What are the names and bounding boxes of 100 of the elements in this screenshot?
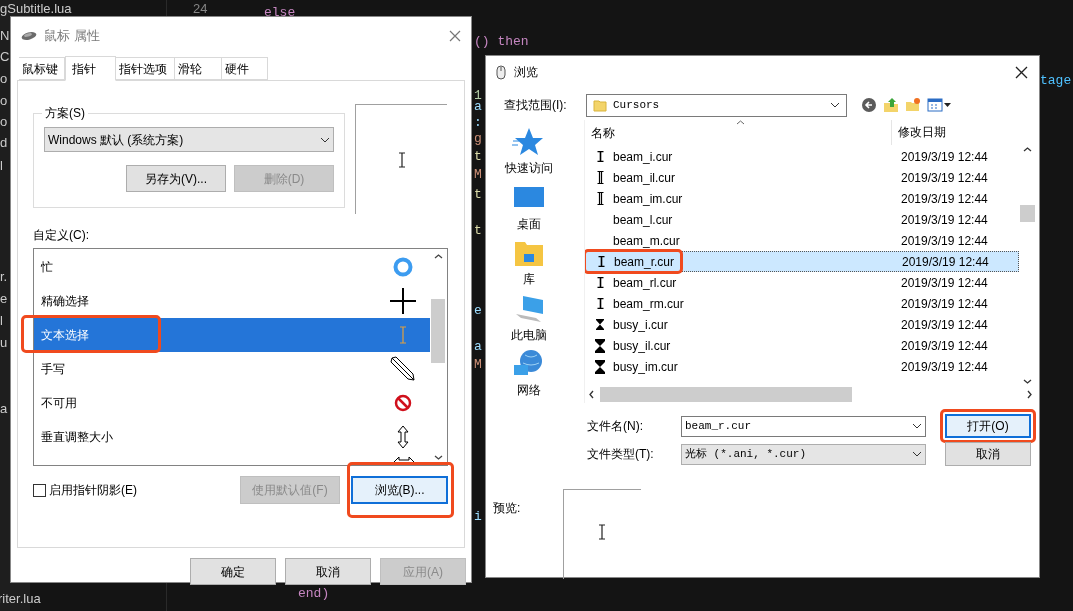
view-menu-icon (927, 97, 943, 113)
place-item[interactable]: 快速访问 (493, 125, 564, 181)
close-icon (449, 30, 461, 42)
vertical-resize-icon (397, 425, 409, 449)
pointer-row[interactable]: 手写 (34, 352, 430, 386)
section-label: 自定义(C): (33, 227, 90, 243)
file-row[interactable]: busy_il.cur 2019/3/19 12:44 (585, 335, 1020, 356)
toolbar-button[interactable] (905, 96, 921, 114)
tab[interactable]: 指针 (65, 56, 116, 81)
file-name[interactable]: o (0, 92, 8, 110)
file-row[interactable]: beam_i.cur 2019/3/19 12:44 (585, 146, 1020, 167)
scheme-dropdown[interactable]: Windows 默认 (系统方案) (44, 127, 334, 152)
file-name[interactable]: o (0, 70, 8, 88)
text-cursor-icon (598, 524, 606, 540)
scrollbar-thumb[interactable] (1020, 205, 1036, 222)
chevron-right-icon (1027, 390, 1032, 399)
file-row[interactable]: beam_il.cur 2019/3/19 12:44 (585, 167, 1020, 188)
chevron-down-icon (320, 136, 330, 143)
place-item[interactable]: 此电脑 (493, 291, 564, 348)
sort-caret-icon (736, 120, 745, 125)
text-cursor-icon (399, 326, 407, 344)
group-label: 方案(S) (44, 105, 86, 122)
column-header[interactable]: 修改日期 (891, 120, 946, 145)
dialog-button[interactable]: 打开(O) (945, 414, 1031, 438)
column-header[interactable]: 名称 (585, 123, 891, 142)
field-label: 预览: (493, 500, 522, 517)
code-text: M (474, 166, 482, 183)
file-name[interactable]: N (0, 27, 10, 45)
text-cursor-icon (597, 256, 605, 267)
code-text: t (474, 186, 482, 203)
file-name[interactable]: e (0, 290, 8, 308)
pointer-row[interactable]: 精确选择 (34, 284, 430, 318)
busy-ring-icon (392, 256, 414, 278)
file-name[interactable]: d (0, 134, 8, 152)
text-cursor-icon (397, 151, 406, 168)
text-cursor-icon (596, 192, 604, 205)
file-name-field[interactable]: beam_r.cur (681, 415, 926, 437)
file-row[interactable]: beam_rl.cur 2019/3/19 12:44 (585, 272, 1020, 293)
tab[interactable]: 鼠标键 (19, 57, 65, 80)
file-type-dropdown[interactable]: 光标 (*.ani, *.cur) (681, 443, 926, 465)
text-cursor-icon (596, 277, 604, 288)
toolbar-button[interactable] (861, 96, 877, 114)
dialog-button[interactable]: 确定 (190, 558, 276, 585)
pointer-row[interactable]: 文本选择 (34, 318, 430, 352)
horizontal-resize-icon (392, 454, 416, 464)
file-row[interactable]: beam_im.cur 2019/3/19 12:44 (585, 188, 1020, 209)
scheme-button[interactable]: 另存为(V)... (126, 165, 226, 192)
code-text: end) (298, 585, 330, 602)
tab[interactable]: 硬件 (222, 57, 268, 80)
pointer-row[interactable]: 忙 (34, 250, 430, 284)
close-button[interactable] (1013, 64, 1029, 80)
dialog-button[interactable]: 浏览(B)... (351, 476, 448, 504)
chevron-down-icon (434, 455, 443, 460)
tab[interactable]: 滑轮 (175, 57, 222, 80)
field-label: 文件类型(T): (587, 446, 655, 463)
file-row[interactable]: beam_rm.cur 2019/3/19 12:44 (585, 293, 1020, 314)
place-item[interactable]: 库 (493, 236, 564, 292)
file-name[interactable]: gSubtitle.lua (0, 0, 72, 18)
text-cursor-icon (596, 151, 604, 162)
dialog-button[interactable]: 取消 (285, 558, 371, 585)
file-name[interactable]: C (0, 48, 10, 66)
scrollbar-thumb[interactable] (600, 387, 852, 402)
checkbox[interactable] (33, 483, 46, 497)
pointer-row[interactable]: 垂直调整大小 (34, 420, 430, 454)
code-text: M (474, 356, 482, 373)
file-row[interactable]: beam_m.cur 2019/3/19 12:44 (585, 230, 1020, 251)
checkbox-label: 启用指针阴影(E) (49, 482, 137, 499)
place-item[interactable]: 桌面 (493, 180, 564, 237)
chevron-down-icon (830, 102, 840, 108)
mouse-icon (21, 31, 37, 41)
toolbar-button[interactable] (927, 96, 943, 114)
hourglass-icon (595, 338, 605, 353)
scrollbar[interactable] (1019, 145, 1036, 386)
place-item[interactable]: 网络 (493, 347, 564, 403)
scrollbar-thumb[interactable] (431, 299, 445, 363)
hourglass-icon (595, 359, 605, 374)
file-row[interactable]: busy_i.cur 2019/3/19 12:44 (585, 314, 1020, 335)
code-text: t (474, 222, 482, 239)
dialog-button[interactable]: 取消 (945, 442, 1031, 466)
code-text: a (474, 338, 482, 355)
code-text: () then (474, 33, 529, 50)
pointer-row[interactable]: 不可用 (34, 386, 430, 420)
file-row[interactable]: busy_im.cur 2019/3/19 12:44 (585, 356, 1020, 377)
new-folder-icon (905, 97, 921, 113)
file-row[interactable]: beam_l.cur 2019/3/19 12:44 (585, 209, 1020, 230)
pen-icon (390, 356, 416, 382)
no-entry-icon (394, 394, 412, 412)
file-name[interactable]: u (0, 334, 8, 352)
file-row[interactable]: beam_r.cur 2019/3/19 12:44 (585, 251, 1020, 272)
tab[interactable]: 指针选项 (116, 57, 175, 80)
folder-dropdown[interactable]: Cursors (586, 93, 847, 117)
field-label: 查找范围(I): (504, 97, 568, 114)
file-name[interactable]: r. (0, 268, 8, 286)
file-name[interactable]: a (0, 400, 8, 418)
code-text: g (474, 130, 482, 147)
text-cursor-icon (596, 171, 604, 184)
hourglass-icon (596, 319, 604, 330)
chevron-left-icon (589, 390, 594, 399)
toolbar-button[interactable] (883, 96, 899, 114)
file-name[interactable]: o (0, 113, 8, 131)
